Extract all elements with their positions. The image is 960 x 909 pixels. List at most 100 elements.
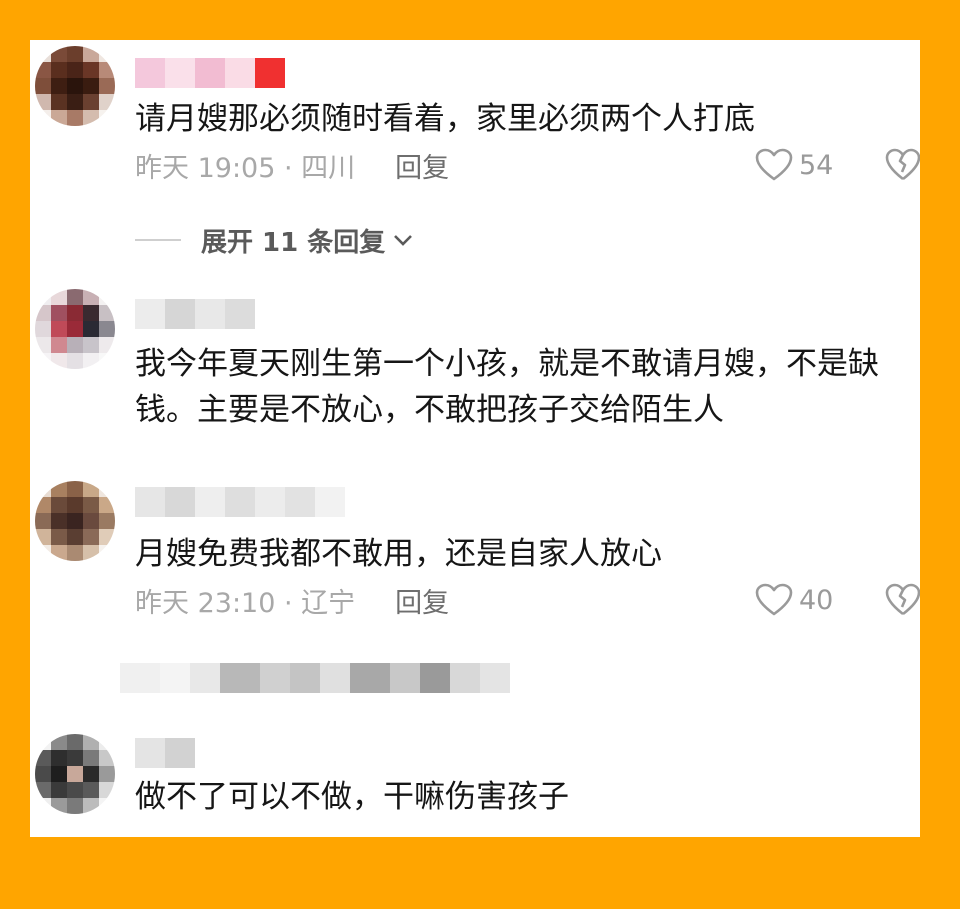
avatar-pixel (51, 337, 67, 353)
blur-block (320, 663, 350, 693)
avatar-pixel (83, 337, 99, 353)
blur-block (190, 663, 220, 693)
avatar-pixel (99, 78, 115, 94)
avatar-pixel (35, 62, 51, 78)
username-blur-block (255, 487, 285, 517)
avatar-pixel (99, 798, 115, 814)
avatar-pixel (99, 46, 115, 62)
reply-button[interactable]: 回复 (395, 581, 449, 620)
avatar-pixel (51, 110, 67, 126)
avatar-pixel (35, 513, 51, 529)
avatar-pixel (51, 78, 67, 94)
username[interactable] (135, 299, 255, 329)
username[interactable] (135, 487, 345, 517)
username[interactable] (135, 738, 195, 768)
expand-replies-button[interactable]: 展开 11 条回复 (135, 220, 415, 260)
avatar-pixel (99, 545, 115, 561)
avatar-pixel (67, 337, 83, 353)
avatar-pixel (35, 529, 51, 545)
avatar-pixel (51, 798, 67, 814)
avatar-pixel (67, 545, 83, 561)
avatar-pixel (67, 766, 83, 782)
blur-block (120, 663, 160, 693)
avatar-pixel (83, 734, 99, 750)
avatar-pixel (83, 110, 99, 126)
avatar-pixel (99, 734, 115, 750)
timestamp-location: 昨天 19:05 · 四川 (135, 152, 356, 184)
avatar-pixel (35, 46, 51, 62)
avatar-pixel (83, 289, 99, 305)
username-blur-block (165, 299, 195, 329)
avatar-pixel (83, 481, 99, 497)
avatar-pixel (99, 766, 115, 782)
avatar-pixel (51, 497, 67, 513)
avatar[interactable] (35, 46, 115, 126)
avatar[interactable] (35, 481, 115, 561)
username-blur-block (225, 58, 255, 88)
avatar-pixel (35, 497, 51, 513)
avatar-pixel (35, 481, 51, 497)
comment-meta: 昨天 23:10 · 辽宁 回复 (135, 581, 449, 619)
username-blur-block (135, 299, 165, 329)
avatar[interactable] (35, 734, 115, 814)
divider-line (135, 239, 181, 241)
comment-meta: 昨天 19:05 · 四川 回复 (135, 146, 449, 184)
avatar-pixel (67, 353, 83, 369)
avatar-pixel (35, 305, 51, 321)
username-blur-block (135, 738, 165, 768)
avatar-pixel (67, 513, 83, 529)
reply-button[interactable]: 回复 (395, 146, 449, 185)
avatar-pixel (51, 481, 67, 497)
like-button[interactable]: 54 (755, 146, 833, 184)
avatar-pixel (99, 529, 115, 545)
avatar-pixel (35, 353, 51, 369)
heart-icon (755, 148, 793, 181)
avatar-pixel (51, 62, 67, 78)
avatar-pixel (51, 734, 67, 750)
like-button[interactable]: 40 (755, 581, 833, 619)
avatar-pixel (67, 734, 83, 750)
heart-icon (755, 583, 793, 616)
avatar-pixel (35, 78, 51, 94)
avatar-pixel (51, 529, 67, 545)
blur-block (160, 663, 190, 693)
broken-heart-icon (885, 148, 920, 181)
username-blur-block (225, 299, 255, 329)
avatar-pixel (83, 766, 99, 782)
username-blur-block (225, 487, 255, 517)
avatar-pixel (99, 353, 115, 369)
avatar-pixel (99, 305, 115, 321)
avatar-pixel (99, 497, 115, 513)
blur-block (350, 663, 390, 693)
username-blur-block (165, 487, 195, 517)
avatar-pixel (35, 750, 51, 766)
avatar-pixel (67, 798, 83, 814)
blur-block (480, 663, 510, 693)
blur-block (390, 663, 420, 693)
avatar-pixel (35, 734, 51, 750)
blurred-reply-row (120, 663, 510, 693)
avatar-pixel (51, 94, 67, 110)
username-blur-block (195, 58, 225, 88)
comment-text: 月嫂免费我都不敢用，还是自家人放心 (135, 536, 662, 572)
avatar-pixel (83, 62, 99, 78)
avatar[interactable] (35, 289, 115, 369)
avatar-pixel (99, 782, 115, 798)
avatar-pixel (83, 353, 99, 369)
username-blur-block (135, 58, 165, 88)
avatar-pixel (99, 62, 115, 78)
avatar-pixel (99, 110, 115, 126)
avatar-pixel (35, 321, 51, 337)
avatar-pixel (67, 529, 83, 545)
blur-block (450, 663, 480, 693)
avatar-pixel (67, 78, 83, 94)
username[interactable] (135, 58, 285, 88)
avatar-pixel (35, 798, 51, 814)
avatar-pixel (35, 337, 51, 353)
dislike-button[interactable] (885, 581, 920, 619)
blur-block (290, 663, 320, 693)
avatar-pixel (99, 750, 115, 766)
dislike-button[interactable] (885, 146, 920, 184)
avatar-pixel (83, 750, 99, 766)
comments-panel: 请月嫂那必须随时看着，家里必须两个人打底 昨天 19:05 · 四川 回复 54… (30, 40, 920, 837)
